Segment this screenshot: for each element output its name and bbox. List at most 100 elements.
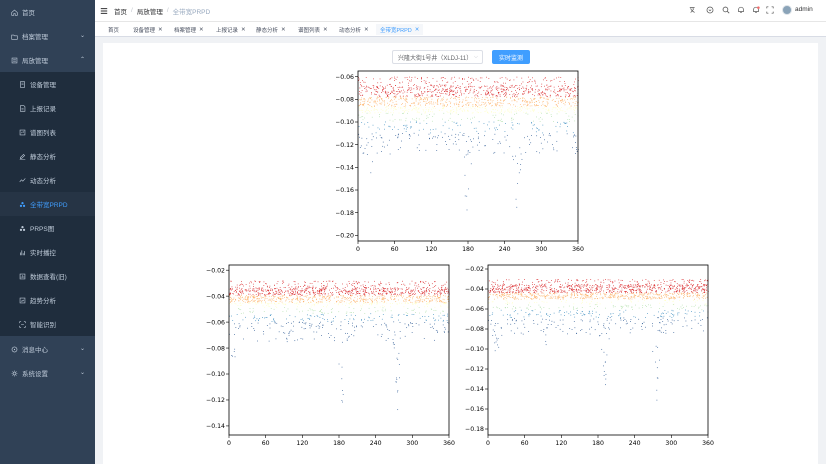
data-point (682, 279, 684, 280)
data-point (382, 87, 384, 88)
data-point (278, 289, 280, 291)
data-point (417, 298, 419, 299)
data-point (686, 293, 688, 295)
data-point (571, 285, 572, 287)
data-point (572, 102, 574, 104)
data-point (314, 297, 316, 298)
sidebar-item[interactable]: 谱图列表 (0, 120, 95, 144)
close-icon[interactable]: ✕ (241, 27, 246, 33)
data-point (257, 303, 259, 304)
data-point (493, 121, 495, 123)
data-point (576, 310, 578, 311)
avatar[interactable] (782, 5, 792, 15)
sidebar-item[interactable]: 静态分析 (0, 144, 95, 168)
data-point (360, 94, 361, 96)
sidebar-item[interactable]: 实时播控 (0, 240, 95, 264)
data-point (276, 298, 277, 300)
data-point (609, 279, 611, 281)
data-point (444, 293, 446, 294)
data-point (650, 292, 652, 294)
data-point (688, 281, 690, 283)
realtime-monitor-button[interactable]: 实时监测 (492, 50, 530, 64)
tab-page[interactable]: 档案管理 ✕ (170, 24, 208, 35)
data-point (378, 94, 380, 96)
sidebar-item[interactable]: 设备管理 (0, 72, 95, 96)
fullscreen-icon[interactable] (766, 6, 774, 14)
data-point (249, 295, 251, 297)
data-point (518, 98, 520, 100)
data-point (433, 314, 434, 315)
data-point (516, 206, 518, 208)
data-point (256, 298, 258, 300)
close-icon[interactable]: ✕ (158, 27, 163, 33)
github-icon[interactable] (706, 6, 714, 14)
data-point (296, 298, 298, 299)
data-point (397, 289, 398, 291)
breadcrumb-section[interactable]: 局放管理 (137, 6, 163, 16)
data-point (534, 91, 536, 93)
data-point (247, 290, 249, 292)
data-point (579, 284, 581, 286)
translate-icon[interactable] (689, 6, 697, 14)
sidebar-item[interactable]: 数据查看(旧) (0, 264, 95, 288)
data-point (481, 104, 483, 105)
data-point (441, 89, 443, 91)
sidebar-item[interactable]: PRPS图 (0, 216, 95, 240)
tab-page[interactable]: 谱图列表 ✕ (294, 24, 332, 35)
tab-page[interactable]: 设备管理 ✕ (129, 24, 167, 35)
hamburger-icon[interactable] (100, 7, 108, 15)
data-point (573, 135, 575, 137)
tab-page[interactable]: 全带宽PRPD ✕ (376, 24, 424, 35)
data-point (460, 108, 461, 110)
sidebar-item[interactable]: 动态分析 (0, 168, 95, 192)
data-point (440, 305, 442, 307)
close-icon[interactable]: ✕ (364, 27, 369, 33)
close-icon[interactable]: ✕ (415, 27, 420, 33)
sidebar-item[interactable]: 档案管理 ⌄ (0, 24, 95, 48)
tab-home[interactable]: 首页 (104, 24, 123, 35)
data-point (498, 104, 500, 106)
data-point (250, 300, 252, 301)
data-point (413, 314, 415, 315)
data-point (365, 87, 367, 89)
sidebar-item[interactable]: 局放管理 ⌃ (0, 48, 95, 72)
sidebar-item[interactable]: 智能识别 (0, 312, 95, 336)
data-point (241, 291, 243, 293)
notification-icon[interactable] (752, 6, 760, 14)
data-point (680, 292, 682, 294)
data-point (620, 294, 622, 296)
data-point (279, 292, 280, 293)
close-icon[interactable]: ✕ (323, 27, 328, 33)
sidebar-item[interactable]: 上报记录 (0, 96, 95, 120)
data-point (500, 142, 501, 144)
data-point (288, 334, 290, 336)
data-point (442, 290, 443, 292)
username[interactable]: admin (795, 6, 813, 13)
device-select[interactable]: 兴隆大街1号井（XLDJ-11） ⌵ (392, 50, 483, 64)
tab-page[interactable]: 上报记录 ✕ (212, 24, 250, 35)
data-point (676, 291, 678, 292)
data-point (639, 289, 641, 291)
tab-page[interactable]: 动态分析 ✕ (335, 24, 373, 35)
sidebar-item[interactable]: 系统设置 ⌄ (0, 361, 95, 385)
sidebar-item[interactable]: 全带宽PRPD (0, 192, 95, 216)
bell-icon[interactable] (737, 6, 745, 14)
breadcrumb-home[interactable]: 首页 (114, 6, 127, 16)
data-point (368, 86, 369, 88)
search-icon[interactable] (722, 6, 730, 14)
data-point (688, 288, 690, 289)
close-icon[interactable]: ✕ (199, 27, 204, 33)
data-point (420, 288, 422, 290)
data-point (338, 291, 340, 293)
close-icon[interactable]: ✕ (281, 27, 286, 33)
sidebar-item[interactable]: 消息中心 ⌄ (0, 337, 95, 361)
data-point (687, 292, 689, 294)
data-point (705, 284, 707, 286)
data-point (457, 114, 459, 115)
sidebar-item[interactable]: 趋势分析 (0, 288, 95, 312)
tab-label: 设备管理 (133, 27, 156, 34)
data-point (497, 82, 499, 83)
tab-page[interactable]: 静态分析 ✕ (252, 24, 290, 35)
data-point (501, 113, 502, 115)
sidebar-item[interactable]: 首页 (0, 0, 95, 24)
